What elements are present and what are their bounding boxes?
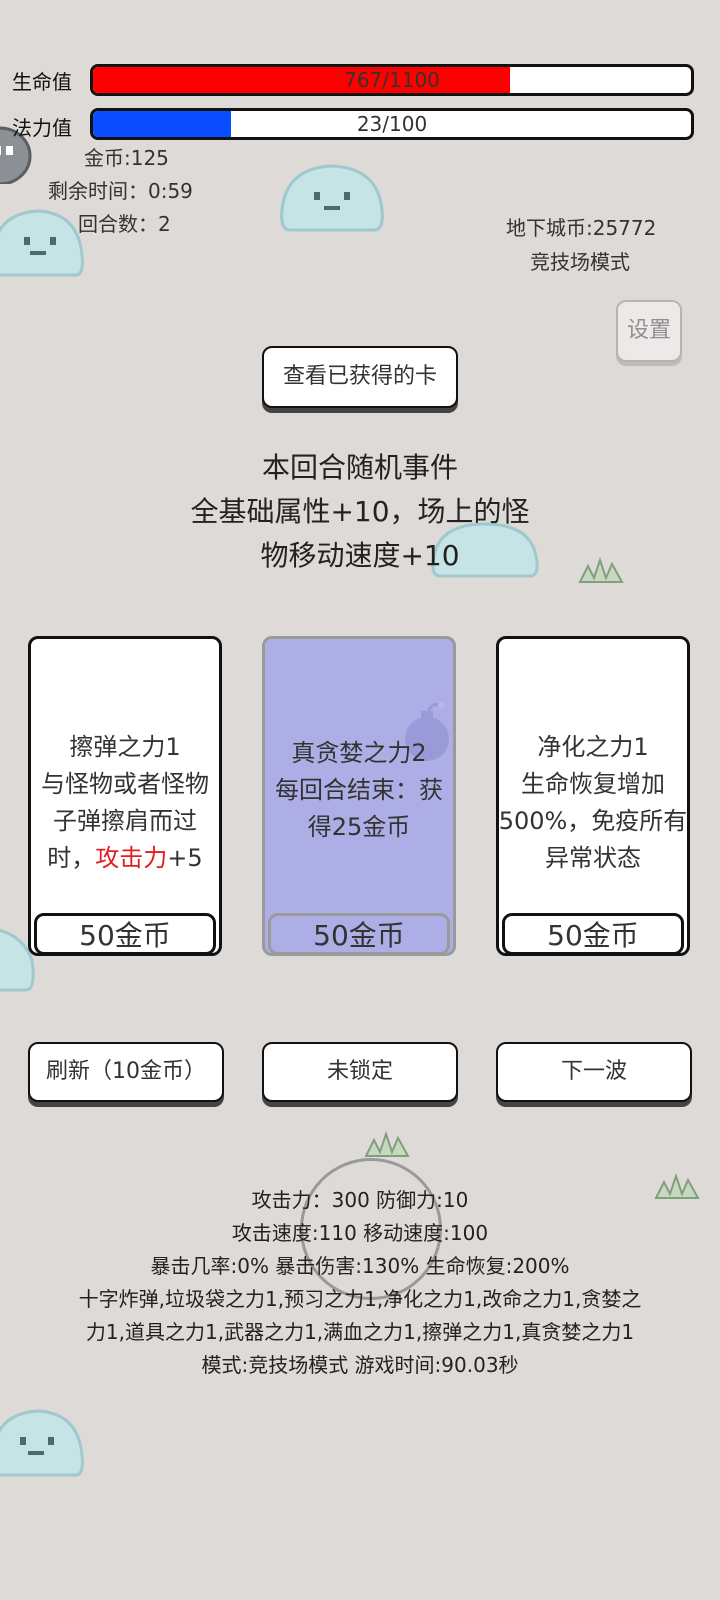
card-price[interactable]: 50金币 (268, 913, 450, 955)
event-description-line1: 全基础属性+10，场上的怪 (190, 495, 530, 528)
card-description: 净化之力1 生命恢复增加 500%，免疫所有 异常状态 (495, 729, 691, 877)
owned-cards-line2: 力1,道具之力1,武器之力1,满血之力1,擦弹之力1,真贪婪之力1 (85, 1320, 635, 1344)
lock-button-label: 未锁定 (326, 1059, 393, 1084)
attack-highlight: 攻击力 (95, 844, 168, 872)
mp-bar: 23/100 (90, 108, 694, 140)
card-title: 真贪婪之力2 (291, 739, 427, 767)
view-cards-button-label: 查看已获得的卡 (282, 364, 437, 389)
card-text-line: 异常状态 (545, 844, 641, 872)
stats-crit-regen: 暴击几率:0% 暴击伤害:130% 生命恢复:200% (150, 1254, 570, 1278)
lock-button[interactable]: 未锁定 (262, 1042, 458, 1102)
card-text-line: 子弹擦肩而过 (53, 807, 197, 835)
card-text-fragment: 时， (47, 844, 96, 872)
card-text-line: 与怪物或者怪物 (41, 770, 209, 798)
next-wave-button[interactable]: 下一波 (496, 1042, 692, 1102)
card-description: 擦弹之力1 与怪物或者怪物 子弹擦肩而过 时，攻击力+5 (31, 729, 219, 877)
slime-decoration (0, 1409, 84, 1477)
card-text-line: 时，攻击力+5 (31, 840, 219, 877)
card-description: 真贪婪之力2 每回合结束：获 得25金币 (265, 735, 453, 846)
hp-bar: 767/1100 (90, 64, 694, 96)
settings-button-label: 设置 (626, 318, 671, 343)
event-description-line2: 物移动速度+10 (260, 539, 460, 572)
slime-decoration (280, 164, 384, 232)
card-title: 擦弹之力1 (69, 733, 181, 761)
view-cards-button[interactable]: 查看已获得的卡 (262, 346, 458, 408)
gold-counter: 金币:125 (84, 146, 169, 170)
card-2[interactable]: 净化之力1 生命恢复增加 500%，免疫所有 异常状态 50金币 (496, 636, 690, 956)
stats-speed: 攻击速度:110 移动速度:100 (231, 1221, 489, 1245)
settings-button[interactable]: 设置 (616, 300, 682, 362)
refresh-button-label: 刷新（10金币） (46, 1059, 206, 1084)
card-text-line: 得25金币 (307, 813, 411, 841)
owned-cards-line1: 十字炸弹,垃圾袋之力1,预习之力1,净化之力1,改命之力1,贪婪之 (78, 1287, 642, 1311)
card-title: 净化之力1 (537, 733, 649, 761)
card-price[interactable]: 50金币 (502, 913, 684, 955)
time-left: 剩余时间：0:59 (48, 179, 193, 203)
refresh-button[interactable]: 刷新（10金币） (28, 1042, 224, 1102)
slime-decoration (0, 209, 84, 277)
card-1[interactable]: 真贪婪之力2 每回合结束：获 得25金币 50金币 (262, 636, 456, 956)
grass-decoration (364, 1130, 410, 1157)
hp-text: 767/1100 (344, 68, 440, 92)
hp-label: 生命值 (12, 70, 72, 94)
stats-attack-defense: 攻击力：300 防御力:10 (251, 1188, 469, 1212)
card-0[interactable]: 擦弹之力1 与怪物或者怪物 子弹擦肩而过 时，攻击力+5 50金币 (28, 636, 222, 956)
card-text-line: 500%，免疫所有 (498, 807, 688, 835)
next-wave-button-label: 下一波 (560, 1059, 627, 1084)
mode-and-time: 模式:竞技场模式 游戏时间:90.03秒 (201, 1353, 519, 1377)
mode-label: 竞技场模式 (530, 250, 630, 274)
card-text-line: 生命恢复增加 (521, 770, 665, 798)
event-title: 本回合随机事件 (261, 451, 458, 484)
card-text-fragment: +5 (167, 844, 203, 872)
card-price[interactable]: 50金币 (34, 913, 216, 955)
mp-label: 法力值 (12, 116, 72, 140)
round-counter: 回合数：2 (78, 212, 171, 236)
dungeon-coin: 地下城币:25772 (506, 216, 657, 240)
mp-text: 23/100 (356, 112, 428, 136)
card-text-line: 每回合结束：获 (275, 776, 443, 804)
